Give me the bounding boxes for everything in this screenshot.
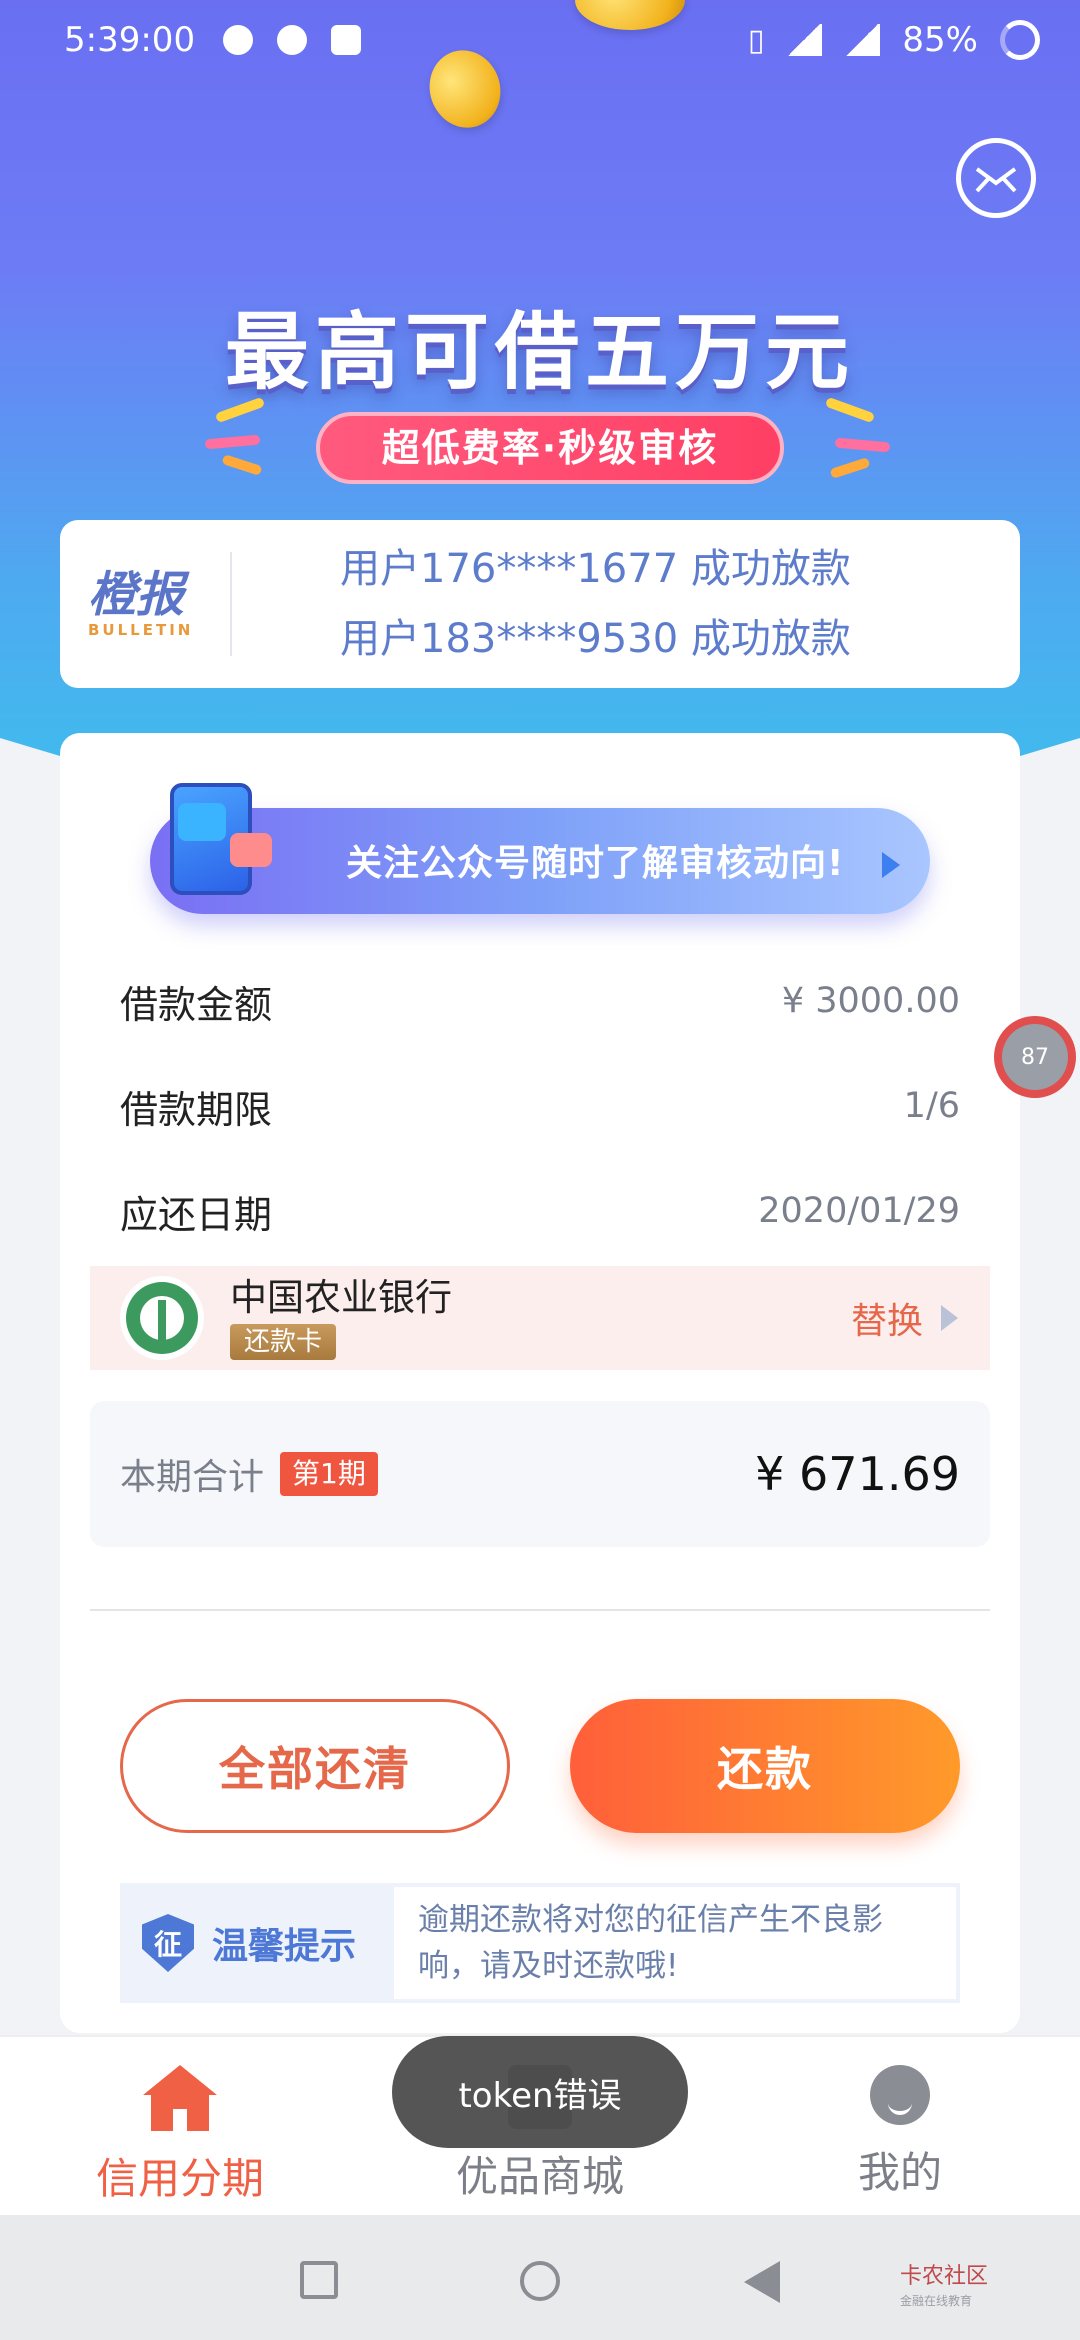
period-badge: 第1期 [280, 1452, 378, 1496]
pay-off-all-button[interactable]: 全部还清 [120, 1699, 510, 1833]
play-arrow-icon [941, 1305, 958, 1331]
watermark-subtitle: 金融在线教育 [900, 2294, 973, 2308]
row-label: 借款期限 [120, 1087, 273, 1132]
watermark: 卡农社区 金融在线教育 [900, 2265, 988, 2313]
bank-info: 中国农业银行 还款卡 [230, 1276, 452, 1360]
hero-headline: 最高可借五万元 [224, 303, 855, 401]
home-icon [143, 2065, 217, 2131]
tab-mine[interactable]: 我的 [720, 2037, 1080, 2215]
floating-speed-badge[interactable]: 87 [994, 1016, 1076, 1098]
toast-message: token错误 [392, 2036, 688, 2148]
message-icon [223, 25, 254, 55]
loan-term-row: 借款期限 1/6 [120, 1076, 960, 1136]
total-label: 本期合计 [120, 1457, 265, 1498]
hero-subheadline: 超低费率·秒级审核 [316, 412, 784, 484]
battery-percent: 85% [902, 20, 978, 60]
watermark-title: 卡农社区 [900, 2264, 989, 2289]
vibrate-icon: ▯ [747, 22, 765, 58]
envelope-icon [975, 167, 1017, 193]
tip-text: 逾期还款将对您的征信产生不良影响，请及时还款哦! [394, 1887, 956, 1999]
status-bar: 5:39:00 ▯ 85% [0, 0, 1080, 80]
message-center-button[interactable] [956, 138, 1036, 218]
total-amount: ¥ 671.69 [755, 1447, 960, 1501]
cell-signal-icon [844, 24, 881, 56]
replace-card-button[interactable]: 替换 [851, 1292, 958, 1344]
back-button[interactable] [744, 2261, 780, 2303]
status-time: 5:39:00 [64, 20, 196, 60]
repay-card-tag: 还款卡 [230, 1324, 337, 1360]
repayment-card: 关注公众号随时了解审核动向! 借款金额 ¥ 3000.00 借款期限 1/6 应… [60, 733, 1020, 2033]
row-label: 应还日期 [120, 1192, 273, 1237]
tab-credit-installment[interactable]: 信用分期 [0, 2037, 360, 2215]
wifi-signal-icon [786, 24, 823, 56]
row-value: 2020/01/29 [758, 1191, 960, 1231]
bulletin-item: 用户183****9530 成功放款 [340, 616, 851, 662]
bulletin-logo-subtext: BULLETIN [88, 621, 194, 639]
row-value: ¥ 3000.00 [781, 981, 960, 1021]
due-date-row: 应还日期 2020/01/29 [120, 1181, 960, 1241]
warm-tip: 征 温馨提示 逾期还款将对您的征信产生不良影响，请及时还款哦! [120, 1883, 960, 2003]
tab-label: 优品商城 [455, 2152, 624, 2201]
bulletin-ticker[interactable]: 橙报 BULLETIN 用户176****1677 成功放款 用户183****… [60, 520, 1020, 688]
replace-label: 替换 [850, 1301, 923, 1342]
mail-icon [331, 25, 362, 55]
row-value: 1/6 [903, 1086, 960, 1126]
play-arrow-icon [882, 852, 900, 878]
wechat-icon [277, 25, 308, 55]
tab-label: 信用分期 [95, 2154, 264, 2203]
tab-label: 我的 [857, 2148, 942, 2197]
notification-icons [223, 25, 362, 55]
battery-icon [1000, 20, 1040, 60]
shield-icon: 征 [142, 1914, 194, 1972]
recents-button[interactable] [300, 2261, 338, 2299]
floating-badge-value: 87 [1002, 1024, 1068, 1090]
loan-amount-row: 借款金额 ¥ 3000.00 [120, 971, 960, 1031]
system-nav-bar: 卡农社区 金融在线教育 [0, 2215, 1080, 2340]
row-label: 借款金额 [120, 982, 273, 1027]
bank-card-row: 中国农业银行 还款卡 替换 [90, 1266, 990, 1370]
abc-bank-logo-icon [120, 1276, 204, 1360]
bulletin-item: 用户176****1677 成功放款 [340, 546, 851, 592]
status-right: ▯ 85% [748, 20, 1040, 60]
profile-icon [870, 2065, 930, 2125]
bulletin-list: 用户176****1677 成功放款 用户183****9530 成功放款 [232, 534, 1020, 674]
wechat-banner-text: 关注公众号随时了解审核动向! [346, 843, 845, 884]
divider [90, 1609, 990, 1611]
chat-bubble-icon [230, 833, 272, 867]
bulletin-logo: 橙报 BULLETIN [60, 569, 228, 639]
repay-button[interactable]: 还款 [570, 1699, 960, 1833]
period-total: 本期合计 第1期 ¥ 671.69 [90, 1401, 990, 1547]
tip-title: 温馨提示 [212, 1926, 357, 1967]
bulletin-logo-text: 橙报 [88, 567, 185, 623]
home-button[interactable] [520, 2261, 560, 2301]
chat-bubble-icon [178, 803, 226, 841]
bank-name: 中国农业银行 [230, 1276, 452, 1319]
